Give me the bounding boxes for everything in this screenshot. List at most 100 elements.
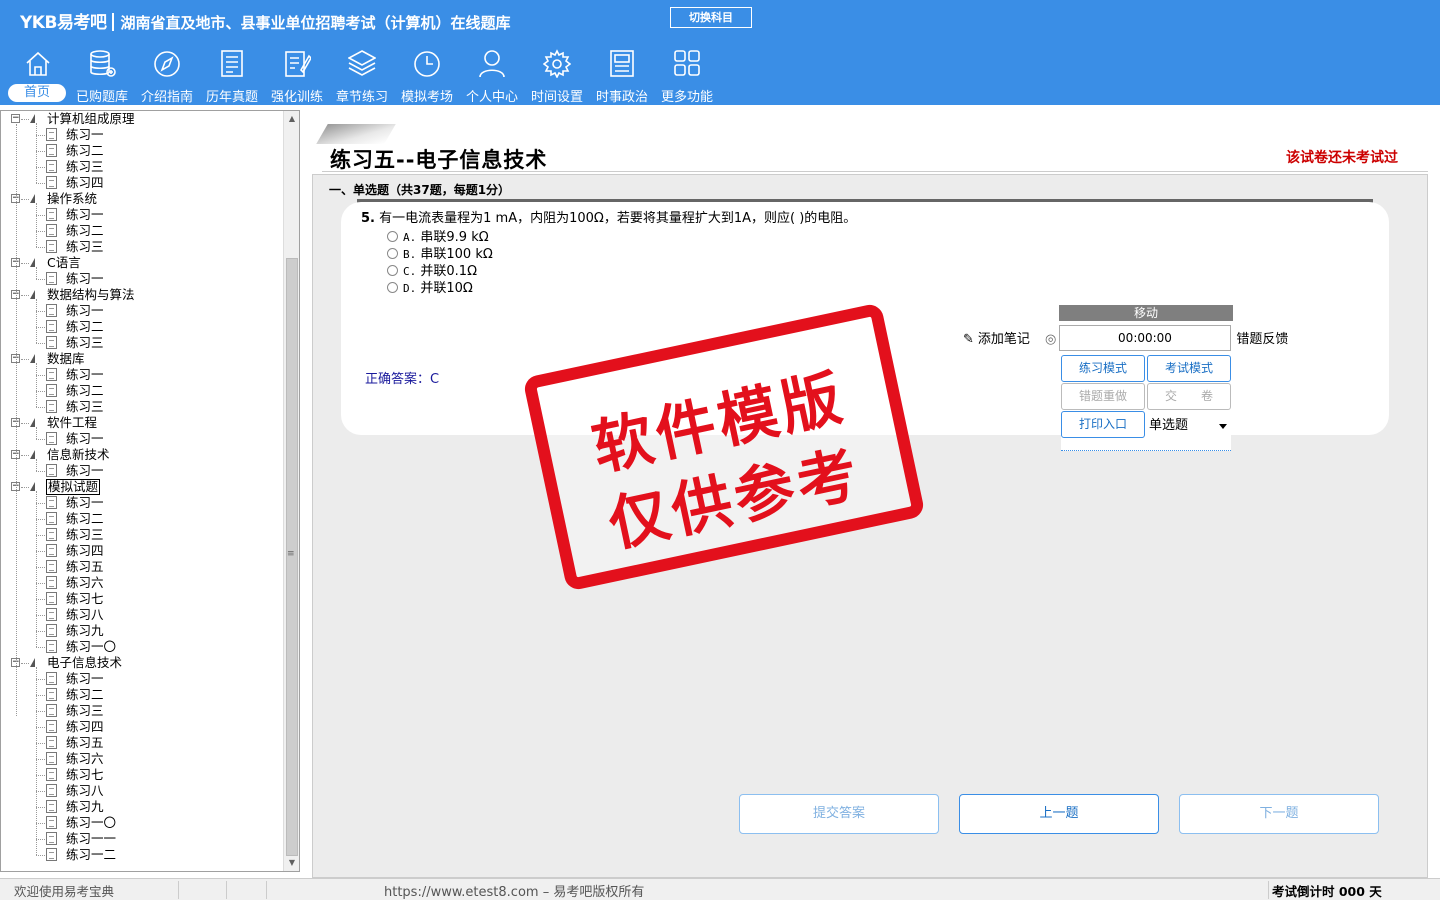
tree-category[interactable]: − 数据结构与算法 — [1, 287, 285, 303]
tree-item-label: 练习一 — [66, 463, 104, 478]
document-icon — [46, 640, 57, 653]
tree-connector — [21, 295, 29, 296]
tree-item[interactable]: 练习一〇 — [1, 639, 285, 655]
timer-display: 00:00:00 — [1059, 325, 1231, 351]
tree-connector — [36, 279, 45, 280]
tree-category[interactable]: − 操作系统 — [1, 191, 285, 207]
tree-item[interactable]: 练习四 — [1, 719, 285, 735]
exam-mode-button[interactable]: 考试模式 — [1147, 355, 1231, 382]
tree-item[interactable]: 练习二 — [1, 511, 285, 527]
nav-home[interactable]: 首页 — [8, 48, 68, 104]
tree-item[interactable]: 练习六 — [1, 751, 285, 767]
tree-item-label: 练习一 — [66, 303, 104, 318]
tree-item[interactable]: 练习一 — [1, 207, 285, 223]
collapse-toggle-icon[interactable]: − — [11, 114, 20, 123]
nav-mock-exam[interactable]: 模拟考场 — [397, 48, 457, 105]
tree-item-label: 练习二 — [66, 143, 104, 158]
tree-category[interactable]: − 数据库 — [1, 351, 285, 367]
radio-icon[interactable] — [387, 248, 398, 259]
grid-icon — [674, 50, 700, 76]
document-icon — [46, 496, 57, 509]
nav-label: 强化训练 — [270, 90, 323, 105]
move-handle[interactable]: 移动 — [1059, 305, 1233, 321]
tree-item[interactable]: 练习一 — [1, 303, 285, 319]
tree-item[interactable]: 练习一 — [1, 271, 285, 287]
nav-personal[interactable]: 个人中心 — [462, 48, 522, 105]
option-d[interactable]: D. 并联10Ω — [387, 277, 473, 296]
nav-guide[interactable]: 介绍指南 — [137, 48, 197, 105]
tree-category[interactable]: − 软件工程 — [1, 415, 285, 431]
document-icon — [46, 688, 57, 701]
tree-item[interactable]: 练习三 — [1, 239, 285, 255]
nav-purchased[interactable]: 已购题库 — [72, 48, 132, 105]
pencil-icon: ✎ — [963, 332, 974, 347]
tree-item[interactable]: 练习一一 — [1, 831, 285, 847]
practice-mode-button[interactable]: 练习模式 — [1061, 355, 1145, 382]
nav-more[interactable]: 更多功能 — [657, 48, 717, 105]
tree-item[interactable]: 练习一 — [1, 671, 285, 687]
nav-chapter[interactable]: 章节练习 — [332, 48, 392, 105]
tree-item[interactable]: 练习三 — [1, 159, 285, 175]
tree-item[interactable]: 练习七 — [1, 767, 285, 783]
tree-item[interactable]: 练习七 — [1, 591, 285, 607]
tree-item[interactable]: 练习五 — [1, 559, 285, 575]
tree-item[interactable]: 练习二 — [1, 319, 285, 335]
question-type-select[interactable]: 单选题 — [1147, 411, 1231, 443]
tree-item[interactable]: 练习八 — [1, 607, 285, 623]
tree-item[interactable]: 练习三 — [1, 399, 285, 415]
radio-icon[interactable] — [387, 231, 398, 242]
tree-category[interactable]: − 信息新技术 — [1, 447, 285, 463]
tree-item[interactable]: 练习三 — [1, 335, 285, 351]
tree-item[interactable]: 练习一 — [1, 495, 285, 511]
document-icon — [46, 512, 57, 525]
tree-item[interactable]: 练习二 — [1, 223, 285, 239]
tree-item[interactable]: 练习九 — [1, 623, 285, 639]
tree-item[interactable]: 练习一 — [1, 367, 285, 383]
tree-item-label: 练习一 — [66, 207, 104, 222]
tree-connector — [36, 151, 45, 152]
tree-item[interactable]: 练习三 — [1, 527, 285, 543]
switch-subject-button[interactable]: 切换科目 — [670, 7, 752, 28]
tree-item[interactable]: 练习二 — [1, 687, 285, 703]
nav-intensive[interactable]: 强化训练 — [267, 48, 327, 105]
tree-category[interactable]: − 电子信息技术 — [1, 655, 285, 671]
next-question-button[interactable]: 下一题 — [1179, 794, 1379, 834]
tree-category[interactable]: − 计算机组成原理 — [1, 111, 285, 127]
add-note-button[interactable]: ✎ 添加笔记 — [963, 328, 1030, 347]
tree-scrollbar[interactable]: ▲ ≡ ▼ — [283, 111, 299, 871]
scroll-down-icon[interactable]: ▼ — [284, 855, 299, 871]
submit-answer-button[interactable]: 提交答案 — [739, 794, 939, 834]
document-icon — [46, 624, 57, 637]
submit-paper-button[interactable]: 交 卷 — [1147, 383, 1231, 410]
tree-item[interactable]: 练习四 — [1, 543, 285, 559]
print-entry-button[interactable]: 打印入口 — [1061, 411, 1145, 438]
tree-item[interactable]: 练习二 — [1, 143, 285, 159]
prev-question-button[interactable]: 上一题 — [959, 794, 1159, 834]
tree-item[interactable]: 练习六 — [1, 575, 285, 591]
redo-wrong-button[interactable]: 错题重做 — [1061, 383, 1145, 410]
tree-item[interactable]: 练习一 — [1, 431, 285, 447]
tree-connector — [36, 775, 45, 776]
nav-time-settings[interactable]: 时间设置 — [527, 48, 587, 105]
tree-item[interactable]: 练习九 — [1, 799, 285, 815]
tree-item[interactable]: 练习一 — [1, 127, 285, 143]
tree-item[interactable]: 练习一〇 — [1, 815, 285, 831]
nav-past-exams[interactable]: 历年真题 — [202, 48, 262, 105]
tree-item[interactable]: 练习二 — [1, 383, 285, 399]
tree-item[interactable]: 练习一 — [1, 463, 285, 479]
radio-icon[interactable] — [387, 265, 398, 276]
tree-item[interactable]: 练习五 — [1, 735, 285, 751]
tree-item[interactable]: 练习四 — [1, 175, 285, 191]
option-text: 并联10Ω — [420, 281, 473, 296]
nav-current-affairs[interactable]: 时事政治 — [592, 48, 652, 105]
tree-item[interactable]: 练习三 — [1, 703, 285, 719]
tree-connector — [21, 199, 29, 200]
tree-category[interactable]: − 模拟试题 — [1, 479, 285, 495]
tree-category[interactable]: − C语言 — [1, 255, 285, 271]
tree-item[interactable]: 练习八 — [1, 783, 285, 799]
scroll-up-icon[interactable]: ▲ — [284, 111, 299, 127]
radio-icon[interactable] — [387, 282, 398, 293]
document-icon — [46, 768, 57, 781]
tree-item[interactable]: 练习一二 — [1, 847, 285, 863]
tree-item-label: 练习二 — [66, 383, 104, 398]
